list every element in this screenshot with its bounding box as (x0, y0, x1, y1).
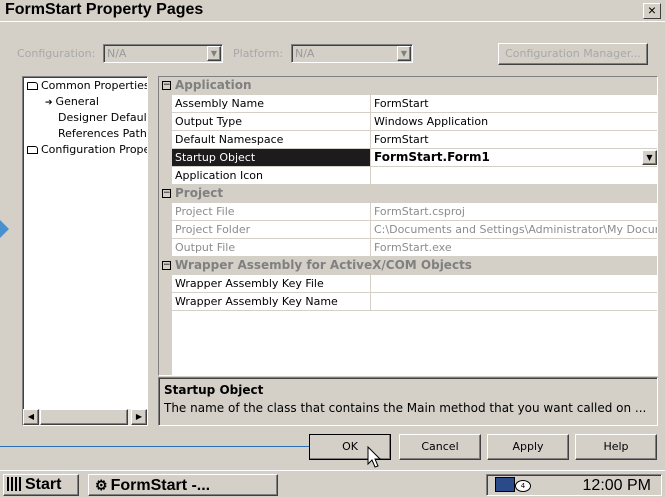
category-project[interactable]: − Project (159, 185, 657, 203)
property-row-wrapper-key-file[interactable]: Wrapper Assembly Key File (172, 275, 657, 293)
property-name: Output File (175, 241, 236, 254)
property-name: Wrapper Assembly Key Name (175, 295, 338, 308)
property-name: Application Icon (175, 169, 263, 182)
start-button[interactable]: Start (3, 474, 79, 496)
property-name: Project File (175, 205, 235, 218)
platform-value: N/A (295, 47, 315, 60)
property-name: Project Folder (175, 223, 251, 236)
category-name: Application (175, 78, 252, 92)
collapse-icon[interactable]: − (162, 81, 171, 90)
mouse-pointer-icon (367, 446, 382, 468)
callout-arrow-icon (0, 220, 9, 238)
taskbar: Start ⚙ FormStart -... 4 12:00 PM (0, 470, 665, 497)
start-label: Start (25, 476, 62, 493)
configuration-label: Configuration: (17, 47, 96, 60)
tree-item-general[interactable]: ➔ General (45, 95, 99, 108)
tree-item-designer-defaults[interactable]: Designer Defaults (58, 111, 148, 124)
configuration-value: N/A (107, 47, 127, 60)
property-value[interactable]: FormStart.Form1 (374, 150, 657, 164)
tree-horizontal-scrollbar[interactable]: ◀ ▶ (23, 409, 147, 425)
property-row-wrapper-key-name[interactable]: Wrapper Assembly Key Name (172, 293, 657, 311)
property-row-startup-object[interactable]: Startup Object FormStart.Form1 ▼ (172, 149, 657, 167)
category-tree[interactable]: Common Properties ➔ General Designer Defa… (22, 76, 148, 426)
tree-item-references-path[interactable]: References Path (58, 127, 147, 140)
property-name: Output Type (175, 115, 242, 128)
tree-item-common-properties[interactable]: Common Properties (27, 79, 148, 92)
property-name: Assembly Name (175, 97, 264, 110)
collapse-icon[interactable]: − (162, 261, 171, 270)
description-pane: Startup Object The name of the class tha… (158, 377, 658, 426)
application-icon: ⚙ (95, 477, 108, 493)
property-value[interactable]: Windows Application (374, 115, 657, 128)
tree-item-label: Common Properties (41, 79, 148, 92)
tree-item-label: Configuration Properties (41, 143, 148, 156)
property-value: FormStart.csproj (374, 205, 465, 218)
tree-item-label: Designer Defaults (58, 111, 148, 124)
scroll-left-icon[interactable]: ◀ (23, 409, 39, 425)
clock[interactable]: 12:00 PM (583, 476, 651, 496)
property-row-project-file[interactable]: Project File FormStart.csproj (172, 203, 657, 221)
property-value[interactable]: FormStart (374, 97, 657, 110)
close-icon: × (647, 2, 657, 18)
close-button[interactable]: × (643, 3, 661, 19)
scroll-right-icon[interactable]: ▶ (131, 409, 147, 425)
category-application[interactable]: − Application (159, 77, 657, 95)
scrollbar-thumb[interactable] (40, 409, 128, 425)
property-value[interactable]: FormStart (374, 133, 657, 146)
chevron-down-icon[interactable]: ▼ (397, 46, 411, 61)
property-name: Wrapper Assembly Key File (175, 277, 324, 290)
category-wrapper-assembly[interactable]: − Wrapper Assembly for ActiveX/COM Objec… (159, 257, 657, 275)
tree-item-label: References Path (58, 127, 147, 140)
property-value: C:\Documents and Settings\Administrator\… (374, 223, 658, 236)
description-text: The name of the class that contains the … (164, 401, 647, 415)
property-row-project-folder[interactable]: Project Folder C:\Documents and Settings… (172, 221, 658, 239)
property-row-assembly-name[interactable]: Assembly Name FormStart (172, 95, 657, 113)
volume-icon[interactable]: 4 (515, 480, 531, 492)
cancel-button[interactable]: Cancel (399, 434, 481, 460)
dropdown-button[interactable]: ▼ (642, 150, 657, 165)
grid-margin (159, 77, 172, 375)
category-name: Wrapper Assembly for ActiveX/COM Objects (175, 258, 472, 272)
callout-line (0, 446, 310, 447)
platform-label: Platform: (233, 47, 284, 60)
property-row-output-type[interactable]: Output Type Windows Application (172, 113, 657, 131)
property-row-application-icon[interactable]: Application Icon (172, 167, 657, 185)
property-name: Default Namespace (175, 133, 284, 146)
description-title: Startup Object (164, 383, 264, 397)
property-row-output-file[interactable]: Output File FormStart.exe (172, 239, 657, 257)
system-tray: 4 12:00 PM (486, 474, 662, 496)
tree-item-configuration-properties[interactable]: Configuration Properties (27, 143, 148, 156)
property-value: FormStart.exe (374, 241, 452, 254)
window-title: FormStart Property Pages (5, 1, 204, 18)
collapse-icon[interactable]: − (162, 189, 171, 198)
category-name: Project (175, 186, 224, 200)
configuration-manager-button[interactable]: Configuration Manager... (498, 43, 648, 65)
title-bar[interactable]: FormStart Property Pages × (0, 0, 665, 22)
platform-select[interactable]: N/A ▼ (291, 44, 413, 63)
configuration-select[interactable]: N/A ▼ (103, 44, 223, 63)
windows-logo-icon (7, 477, 23, 491)
taskbar-app-label: FormStart -... (110, 477, 211, 494)
tree-item-label: General (55, 95, 99, 108)
arrow-right-icon: ➔ (45, 98, 53, 108)
help-button[interactable]: Help (575, 434, 657, 460)
folder-open-icon (27, 82, 38, 90)
apply-button[interactable]: Apply (487, 434, 569, 460)
chevron-down-icon: ▼ (646, 153, 653, 162)
property-row-default-namespace[interactable]: Default Namespace FormStart (172, 131, 657, 149)
folder-icon (27, 146, 38, 154)
taskbar-app-button[interactable]: ⚙ FormStart -... (88, 474, 278, 496)
chevron-down-icon[interactable]: ▼ (207, 46, 221, 61)
network-icon[interactable] (495, 477, 515, 492)
property-grid[interactable]: − Application Assembly Name FormStart Ou… (158, 76, 658, 376)
property-name: Startup Object (175, 151, 256, 164)
